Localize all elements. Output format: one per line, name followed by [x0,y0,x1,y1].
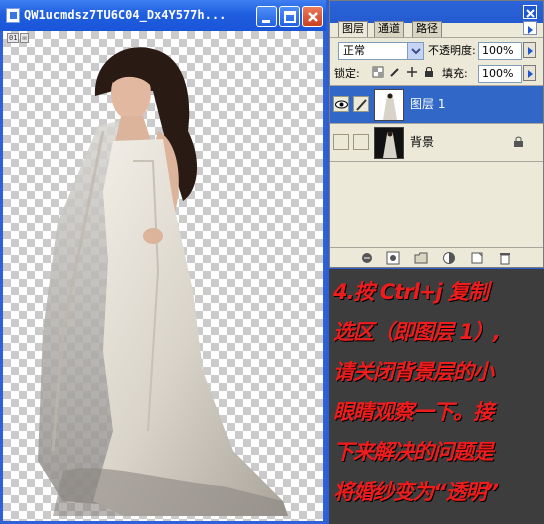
lock-label: 锁定: [334,67,360,80]
trash-icon[interactable] [498,251,512,265]
fill-slider-button[interactable] [523,65,536,81]
lock-row: 锁定: 填充: 100% [330,63,543,85]
canvas-tabs: 01 ✉ [7,33,29,43]
minimize-icon [262,20,270,23]
fill-field[interactable]: 100% [478,65,522,83]
lock-pixels-icon[interactable] [389,66,401,78]
eye-icon [335,100,348,109]
canvas-tab-number[interactable]: 01 [7,33,20,43]
link-toggle[interactable] [353,134,369,150]
lock-position-icon[interactable] [406,66,418,78]
bride-figure [38,47,288,516]
canvas-tab-mail[interactable]: ✉ [20,33,29,43]
annotation-line: 下来解决的问题是 [333,440,494,464]
chevron-down-icon [407,43,423,59]
lock-all-icon[interactable] [423,66,435,78]
tab-channels[interactable]: 通道 [374,21,404,37]
document-window: QW1ucmdsz7TU6C04_Dx4Y577h... 01 ✉ [0,0,326,524]
palette-close-button[interactable] [523,5,537,19]
layer-row-background[interactable]: 背景 [330,124,543,162]
maximize-icon [284,11,296,23]
folder-icon[interactable] [414,251,428,265]
annotation-line: 请关闭背景层的小 [333,360,494,384]
layers-palette: 图层 通道 路径 正常 不透明度: 100% 锁定: 填充: 100% 图层 1… [329,0,544,268]
tab-paths[interactable]: 路径 [412,21,442,37]
annotation-panel: 4.按 Ctrl+j 复制 选区（即图层 1）, 请关闭背景层的小 眼睛观察一下… [329,269,544,524]
visibility-toggle[interactable] [333,134,349,150]
opacity-field[interactable]: 100% [478,42,522,60]
palette-bottom-bar [330,247,543,267]
link-toggle[interactable] [353,96,369,112]
screen: QW1ucmdsz7TU6C04_Dx4Y577h... 01 ✉ 图层 通道 … [0,0,544,524]
close-button[interactable] [302,6,323,27]
lock-transparency-icon[interactable] [372,66,384,78]
new-layer-icon[interactable] [470,251,484,265]
annotation-line: 4.按 Ctrl+j 复制 [333,280,489,304]
annotation-line: 眼睛观察一下。接 [333,400,494,424]
adjustment-icon[interactable] [442,251,456,265]
maximize-button[interactable] [279,6,300,27]
layer-list: 图层 1 背景 [330,85,543,247]
brush-icon [356,99,367,111]
layer-row-layer1[interactable]: 图层 1 [330,86,543,124]
tab-layers[interactable]: 图层 [338,21,368,37]
lock-icon [514,136,523,147]
chevron-right-icon [528,26,533,34]
minimize-button[interactable] [256,6,277,27]
document-icon [6,8,20,23]
annotation-line: 将婚纱变为“透明” [333,480,499,504]
opacity-label: 不透明度: [428,44,476,57]
image-canvas[interactable]: 01 ✉ [3,31,323,521]
layer-style-icon[interactable] [386,251,400,265]
close-icon [526,9,535,18]
visibility-toggle[interactable] [333,96,349,112]
annotation-line: 选区（即图层 1）, [333,320,501,344]
palette-menu-button[interactable] [523,21,537,35]
layer-name: 图层 1 [410,97,446,111]
blend-row: 正常 不透明度: 100% [330,37,543,61]
document-titlebar[interactable]: QW1ucmdsz7TU6C04_Dx4Y577h... [0,0,326,31]
blend-mode-value: 正常 [343,44,365,57]
chevron-right-icon [528,47,533,55]
link-icon[interactable] [360,251,374,265]
document-title: QW1ucmdsz7TU6C04_Dx4Y577h... [24,8,227,22]
palette-titlebar[interactable] [330,1,543,23]
close-icon [308,12,318,22]
fill-label: 填充: [442,67,468,80]
layer-name: 背景 [410,135,435,149]
blend-mode-select[interactable]: 正常 [338,42,424,60]
layer-thumbnail [374,127,404,159]
layer-thumbnail [374,89,404,121]
opacity-slider-button[interactable] [523,42,536,58]
chevron-right-icon [528,70,533,78]
